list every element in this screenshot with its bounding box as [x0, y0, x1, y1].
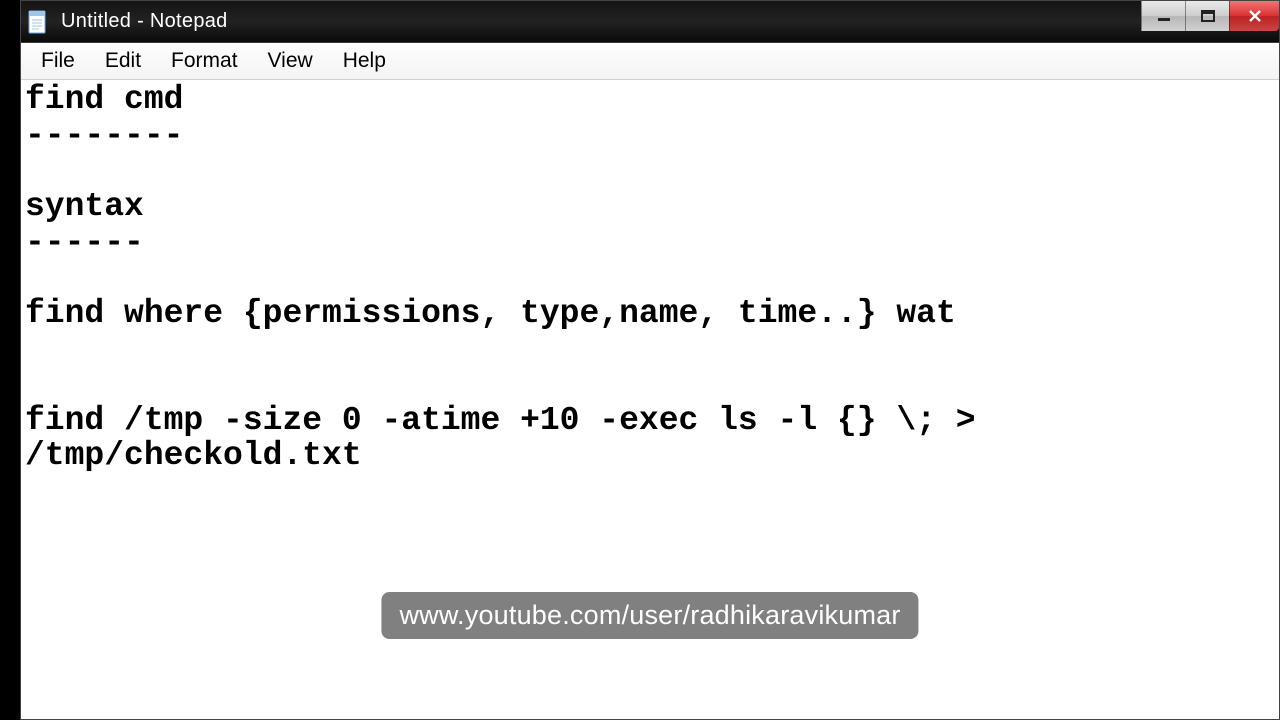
window-controls [1141, 1, 1279, 31]
menubar: File Edit Format View Help [21, 43, 1279, 80]
menu-file[interactable]: File [27, 47, 89, 75]
menu-edit[interactable]: Edit [91, 47, 155, 75]
maximize-icon [1200, 9, 1216, 23]
minimize-button[interactable] [1141, 1, 1185, 31]
close-button[interactable] [1229, 1, 1279, 31]
maximize-button[interactable] [1185, 1, 1229, 31]
menu-format[interactable]: Format [157, 47, 252, 75]
notepad-icon [27, 9, 51, 35]
window-title: Untitled - Notepad [61, 10, 228, 33]
watermark-overlay: www.youtube.com/user/radhikaravikumar [381, 592, 918, 639]
titlebar[interactable]: Untitled - Notepad [21, 1, 1279, 43]
editor-area: www.youtube.com/user/radhikaravikumar [21, 80, 1279, 719]
app-icon [27, 9, 51, 35]
minimize-icon [1156, 9, 1172, 23]
menu-view[interactable]: View [254, 47, 327, 75]
notepad-window: Untitled - Notepad File [20, 0, 1280, 720]
menu-help[interactable]: Help [329, 47, 400, 75]
close-icon [1247, 9, 1263, 23]
